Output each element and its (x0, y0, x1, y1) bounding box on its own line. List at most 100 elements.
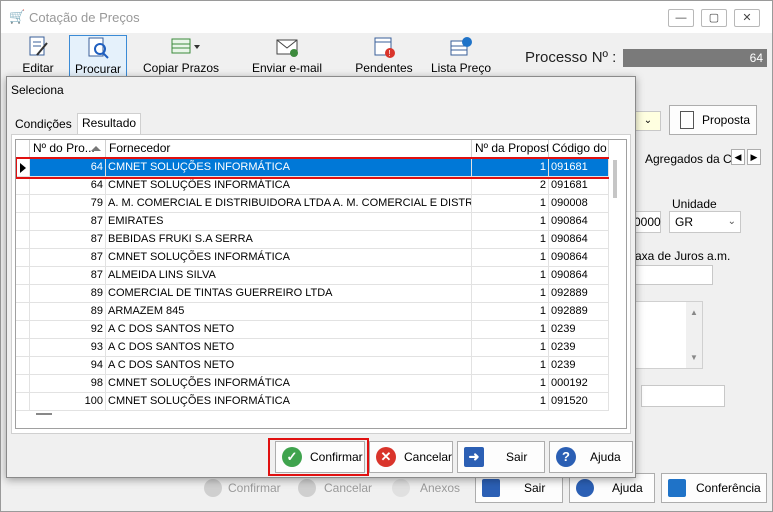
row-pointer-icon (20, 163, 26, 173)
row-indicator (16, 339, 30, 356)
cell-fornecedor: EMIRATES (106, 213, 472, 230)
col-header-codigo[interactable]: Código do Iter (549, 140, 609, 158)
lista-preco-button[interactable]: Lista Preço (431, 35, 491, 77)
process-label: Processo Nº : (525, 49, 617, 66)
background-field[interactable] (641, 385, 725, 407)
price-list-icon (448, 35, 474, 59)
dialog-tabs: Condições Resultado (11, 113, 631, 135)
cell-num: 93 (30, 339, 106, 356)
maximize-button[interactable]: ▢ (701, 9, 727, 27)
copiar-prazos-button[interactable]: Copiar Prazos (143, 35, 219, 77)
close-button[interactable]: ✕ (734, 9, 760, 27)
row-indicator (16, 159, 30, 176)
table-row[interactable]: 79 A. M. COMERCIAL E DISTRIBUIDORA LTDA A… (16, 195, 624, 213)
ajuda-button[interactable]: ? Ajuda (549, 441, 633, 473)
cell-fornecedor: CMNET SOLUÇÕES INFORMÁTICA (106, 177, 472, 194)
row-indicator (16, 213, 30, 230)
cell-fornecedor: CMNET SOLUÇÕES INFORMÁTICA (106, 249, 472, 266)
cell-num: 87 (30, 267, 106, 284)
pendentes-button[interactable]: ! Pendentes (353, 35, 415, 77)
cell-num: 94 (30, 357, 106, 374)
cell-fornecedor: ARMAZEM 845 (106, 303, 472, 320)
seleciona-dialog: Seleciona Condições Resultado Nº do Pro.… (6, 76, 636, 478)
row-indicator (16, 231, 30, 248)
row-indicator (16, 357, 30, 374)
cell-codigo: 0239 (549, 321, 609, 338)
table-row[interactable]: 87 EMIRATES 1 090864 (16, 213, 624, 231)
table-row[interactable]: 64 CMNET SOLUÇÕES INFORMÁTICA 2 091681 (16, 177, 624, 195)
cell-proposta: 1 (472, 321, 549, 338)
table-row[interactable]: 89 ARMAZEM 845 1 092889 (16, 303, 624, 321)
pending-calendar-icon: ! (371, 35, 397, 59)
scroll-thumb[interactable] (613, 160, 617, 198)
svg-text:!: ! (389, 49, 391, 58)
cell-proposta: 1 (472, 267, 549, 284)
table-row[interactable]: 100 CMNET SOLUÇÕES INFORMÁTICA 1 091520 (16, 393, 624, 411)
cell-proposta: 1 (472, 249, 549, 266)
help-icon: ? (556, 447, 576, 467)
minimize-button[interactable]: — (668, 9, 694, 27)
exit-icon (482, 479, 500, 497)
table-row[interactable]: 93 A C DOS SANTOS NETO 1 0239 (16, 339, 624, 357)
cell-codigo: 090008 (549, 195, 609, 212)
cart-icon: 🛒 (9, 9, 26, 24)
col-header-fornecedor[interactable]: Fornecedor (106, 140, 472, 158)
quantity-field[interactable]: 0000 (633, 211, 661, 233)
tab-agregados[interactable]: Agregados da C (645, 152, 732, 166)
cell-codigo: 000192 (549, 375, 609, 392)
cell-proposta: 1 (472, 159, 549, 176)
conferencia-button[interactable]: Conferência (661, 473, 767, 503)
cell-fornecedor: CMNET SOLUÇÕES INFORMÁTICA (106, 375, 472, 392)
tab-resultado[interactable]: Resultado (77, 113, 142, 135)
proposta-button[interactable]: Proposta (669, 105, 757, 135)
unidade-select[interactable]: GR ⌄ (669, 211, 741, 233)
edit-document-icon (25, 35, 51, 59)
table-row[interactable]: 87 ALMEIDA LINS SILVA 1 090864 (16, 267, 624, 285)
table-row[interactable]: 64 CMNET SOLUÇÕES INFORMÁTICA 1 091681 (16, 159, 624, 177)
table-row[interactable]: 98 CMNET SOLUÇÕES INFORMÁTICA 1 000192 (16, 375, 624, 393)
sort-ascending-icon (91, 146, 101, 151)
exit-icon: ➜ (464, 447, 484, 467)
cell-fornecedor: ALMEIDA LINS SILVA (106, 267, 472, 284)
table-row[interactable]: 87 BEBIDAS FRUKI S.A SERRA 1 090864 (16, 231, 624, 249)
tab-scroll-left-icon[interactable]: ◀ (731, 149, 745, 165)
dialog-title: Seleciona (11, 83, 64, 97)
row-indicator (16, 195, 30, 212)
enviar-email-button[interactable]: Enviar e-mail (251, 35, 323, 77)
cell-num: 92 (30, 321, 106, 338)
confirmar-button[interactable]: ✓ Confirmar (275, 441, 365, 473)
cell-num: 79 (30, 195, 106, 212)
memo-scrollbar[interactable]: ▲ ▼ (686, 302, 702, 368)
col-header-proposta[interactable]: Nº da Proposta (472, 140, 549, 158)
table-row[interactable]: 92 A C DOS SANTOS NETO 1 0239 (16, 321, 624, 339)
cell-proposta: 1 (472, 231, 549, 248)
tab-scroll-right-icon[interactable]: ▶ (747, 149, 761, 165)
cell-fornecedor: CMNET SOLUÇÕES INFORMÁTICA (106, 159, 472, 176)
table-row[interactable]: 87 CMNET SOLUÇÕES INFORMÁTICA 1 090864 (16, 249, 624, 267)
cell-proposta: 2 (472, 177, 549, 194)
cancelar-button[interactable]: ✕ Cancelar (369, 441, 453, 473)
grid-header: Nº do Pro... Fornecedor Nº da Proposta C… (16, 140, 626, 158)
cell-codigo: 091681 (549, 159, 609, 176)
cell-proposta: 1 (472, 303, 549, 320)
editar-button[interactable]: Editar (11, 35, 65, 77)
resultado-panel: Nº do Pro... Fornecedor Nº da Proposta C… (11, 134, 631, 434)
sair-button[interactable]: ➜ Sair (457, 441, 545, 473)
juros-field[interactable] (635, 265, 713, 285)
row-indicator (16, 321, 30, 338)
tab-condicoes[interactable]: Condições (11, 115, 76, 135)
background-dropdown[interactable]: ⌄ (635, 111, 661, 131)
help-icon (576, 479, 594, 497)
juros-label: axa de Juros a.m. (635, 249, 731, 263)
search-document-icon (85, 36, 111, 60)
procurar-button[interactable]: Procurar (69, 35, 127, 77)
table-row[interactable]: 94 A C DOS SANTOS NETO 1 0239 (16, 357, 624, 375)
col-header-num[interactable]: Nº do Pro... (30, 140, 106, 158)
grid-vertical-scrollbar[interactable] (609, 140, 626, 428)
cell-proposta: 1 (472, 213, 549, 230)
cell-num: 64 (30, 159, 106, 176)
table-row[interactable]: 89 COMERCIAL DE TINTAS GUERREIRO LTDA 1 092… (16, 285, 624, 303)
row-indicator (16, 393, 30, 410)
grid-footer-marker (36, 413, 52, 415)
notes-memo[interactable]: ▲ ▼ (635, 301, 703, 369)
